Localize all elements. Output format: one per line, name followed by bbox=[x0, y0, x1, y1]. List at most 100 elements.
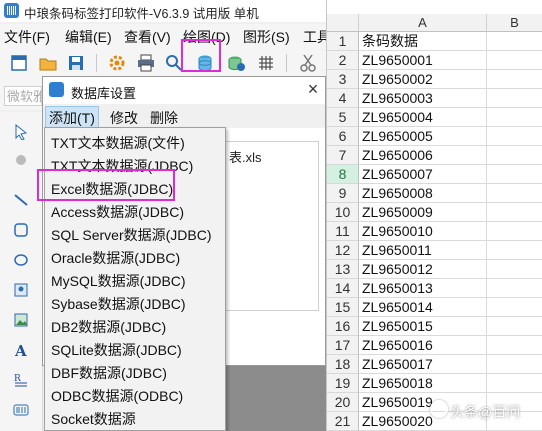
text-tool-button[interactable]: A bbox=[9, 338, 33, 362]
cell-a[interactable]: ZL9650015 bbox=[359, 317, 487, 336]
picture-tool-button[interactable] bbox=[9, 278, 33, 302]
delete-button[interactable]: 删除 bbox=[147, 107, 181, 129]
cell-b[interactable] bbox=[487, 317, 542, 336]
cell-b[interactable] bbox=[487, 222, 542, 241]
menu-item-sybase-jdbc[interactable]: Sybase数据源(JDBC) bbox=[51, 293, 186, 315]
cell-a[interactable]: ZL9650010 bbox=[359, 222, 487, 241]
row-header[interactable]: 2 bbox=[327, 51, 359, 70]
menu-item-dbf-jdbc[interactable]: DBF数据源(JDBC) bbox=[51, 362, 167, 384]
menu-item-oracle-jdbc[interactable]: Oracle数据源(JDBC) bbox=[51, 247, 180, 269]
row-header[interactable]: 7 bbox=[327, 146, 359, 165]
rectangle-tool-button[interactable] bbox=[9, 218, 33, 242]
dialog-close-button[interactable]: × bbox=[303, 79, 323, 100]
datasource-list[interactable] bbox=[223, 141, 319, 311]
cell-a[interactable]: ZL9650014 bbox=[359, 298, 487, 317]
cell-b[interactable] bbox=[487, 32, 542, 51]
menu-edit[interactable]: 编辑(E) bbox=[65, 27, 112, 47]
cell-a[interactable]: ZL9650004 bbox=[359, 108, 487, 127]
menu-tools[interactable]: 工具 bbox=[303, 27, 326, 47]
print-icon[interactable] bbox=[136, 53, 156, 73]
modify-button[interactable]: 修改 bbox=[107, 107, 141, 129]
cell-a[interactable]: ZL9650012 bbox=[359, 260, 487, 279]
cell-a[interactable]: ZL9650002 bbox=[359, 70, 487, 89]
row-header[interactable]: 21 bbox=[327, 412, 359, 431]
cell-b[interactable] bbox=[487, 260, 542, 279]
row-header[interactable]: 15 bbox=[327, 298, 359, 317]
datasource-file-name[interactable]: 表.xls bbox=[229, 147, 262, 166]
cell-b[interactable] bbox=[487, 241, 542, 260]
row-header[interactable]: 14 bbox=[327, 279, 359, 298]
row-header[interactable]: 9 bbox=[327, 184, 359, 203]
image-tool-button[interactable] bbox=[9, 308, 33, 332]
cell-a[interactable]: 条码数据 bbox=[359, 32, 487, 51]
select-pointer-button[interactable] bbox=[9, 120, 33, 144]
cell-b[interactable] bbox=[487, 146, 542, 165]
cut-scissors-icon[interactable] bbox=[298, 53, 318, 73]
settings-gear-icon[interactable] bbox=[107, 53, 127, 73]
cell-a[interactable]: ZL9650007 bbox=[359, 165, 487, 184]
menu-item-sqlite-jdbc[interactable]: SQLite数据源(JDBC) bbox=[51, 339, 182, 361]
save-icon[interactable] bbox=[66, 53, 86, 73]
menu-item-sqlserver-jdbc[interactable]: SQL Server数据源(JDBC) bbox=[51, 224, 212, 246]
column-header-b[interactable]: B bbox=[487, 14, 542, 32]
line-tool-button[interactable] bbox=[9, 188, 33, 212]
cell-a[interactable]: ZL9650005 bbox=[359, 127, 487, 146]
row-header[interactable]: 19 bbox=[327, 374, 359, 393]
row-header[interactable]: 5 bbox=[327, 108, 359, 127]
new-file-icon[interactable] bbox=[9, 53, 29, 73]
row-header[interactable]: 17 bbox=[327, 336, 359, 355]
corner-header[interactable] bbox=[327, 14, 359, 32]
cell-a[interactable]: ZL9650018 bbox=[359, 374, 487, 393]
menu-item-access-jdbc[interactable]: Access数据源(JDBC) bbox=[51, 201, 184, 223]
column-header-a[interactable]: A bbox=[359, 14, 487, 32]
row-header[interactable]: 11 bbox=[327, 222, 359, 241]
menu-item-mysql-jdbc[interactable]: MySQL数据源(JDBC) bbox=[51, 270, 186, 292]
cell-b[interactable] bbox=[487, 127, 542, 146]
row-header[interactable]: 10 bbox=[327, 203, 359, 222]
row-header[interactable]: 6 bbox=[327, 127, 359, 146]
cell-b[interactable] bbox=[487, 203, 542, 222]
cell-b[interactable] bbox=[487, 298, 542, 317]
cell-b[interactable] bbox=[487, 89, 542, 108]
row-header[interactable]: 3 bbox=[327, 70, 359, 89]
cell-a[interactable]: ZL9650013 bbox=[359, 279, 487, 298]
grid-icon[interactable] bbox=[256, 53, 276, 73]
menu-shape[interactable]: 图形(S) bbox=[243, 27, 290, 47]
cell-a[interactable]: ZL9650003 bbox=[359, 89, 487, 108]
row-header[interactable]: 8 bbox=[327, 165, 359, 184]
row-header[interactable]: 12 bbox=[327, 241, 359, 260]
ellipse-tool-button[interactable] bbox=[9, 248, 33, 272]
barcode-tool-button[interactable] bbox=[9, 398, 33, 422]
cell-a[interactable]: ZL9650016 bbox=[359, 336, 487, 355]
cell-b[interactable] bbox=[487, 70, 542, 89]
cell-b[interactable] bbox=[487, 336, 542, 355]
cell-a[interactable]: ZL9650008 bbox=[359, 184, 487, 203]
cell-a[interactable]: ZL9650009 bbox=[359, 203, 487, 222]
cell-b[interactable] bbox=[487, 355, 542, 374]
data-import-icon[interactable] bbox=[226, 53, 246, 73]
font-name-input[interactable]: 微软雅 bbox=[4, 86, 42, 106]
menu-item-odbc[interactable]: ODBC数据源(ODBC) bbox=[51, 385, 183, 407]
cell-a[interactable]: ZL9650011 bbox=[359, 241, 487, 260]
row-header[interactable]: 18 bbox=[327, 355, 359, 374]
row-header[interactable]: 20 bbox=[327, 393, 359, 412]
open-folder-icon[interactable] bbox=[38, 53, 58, 73]
cell-b[interactable] bbox=[487, 51, 542, 70]
rich-text-tool-button[interactable]: R bbox=[9, 368, 33, 392]
menu-view[interactable]: 查看(V) bbox=[124, 27, 171, 47]
cell-a[interactable]: ZL9650017 bbox=[359, 355, 487, 374]
cell-a[interactable]: ZL9650006 bbox=[359, 146, 487, 165]
rotate-tool-button[interactable] bbox=[9, 148, 33, 172]
cell-b[interactable] bbox=[487, 279, 542, 298]
cell-b[interactable] bbox=[487, 108, 542, 127]
cell-b[interactable] bbox=[487, 374, 542, 393]
menu-item-db2-jdbc[interactable]: DB2数据源(JDBC) bbox=[51, 316, 166, 338]
row-header[interactable]: 1 bbox=[327, 32, 359, 51]
menu-item-txt-file[interactable]: TXT文本数据源(文件) bbox=[51, 132, 185, 154]
menu-file[interactable]: 文件(F) bbox=[4, 27, 50, 47]
row-header[interactable]: 16 bbox=[327, 317, 359, 336]
row-header[interactable]: 13 bbox=[327, 260, 359, 279]
cell-b[interactable] bbox=[487, 165, 542, 184]
row-header[interactable]: 4 bbox=[327, 89, 359, 108]
cell-a[interactable]: ZL9650001 bbox=[359, 51, 487, 70]
